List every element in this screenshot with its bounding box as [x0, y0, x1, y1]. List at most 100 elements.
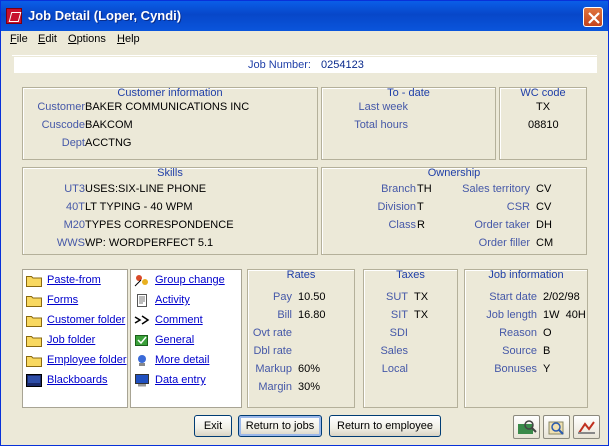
- customer-info-panel: Customer information Customer BAKER COMM…: [22, 87, 318, 160]
- skill-description: USES:SIX-LINE PHONE: [85, 183, 207, 195]
- menu-edit[interactable]: Edit: [38, 33, 57, 45]
- last-week-label: Last week: [358, 101, 408, 113]
- ownership-panel: Ownership Branch TH Division T Class R S…: [321, 167, 587, 255]
- order-taker-label: Order taker: [474, 219, 530, 231]
- document-icon: [137, 294, 147, 307]
- dept-label: Dept: [61, 137, 85, 149]
- rates-panel: Rates Pay 10.50 Bill 16.80 Ovt rate Dbl …: [247, 269, 355, 408]
- return-to-jobs-button[interactable]: Return to jobs: [238, 415, 322, 437]
- customer-folder-link[interactable]: Customer folder: [23, 312, 127, 330]
- order-filler-value: CM: [536, 237, 554, 249]
- folder-icon: [26, 356, 42, 367]
- job-information-heading: Job information: [488, 269, 564, 281]
- class-value: R: [417, 219, 425, 231]
- group-change-link[interactable]: Group change: [131, 272, 241, 290]
- app-icon: [6, 8, 22, 24]
- job-folder-link[interactable]: Job folder: [23, 332, 127, 350]
- reason-label: Reason: [499, 327, 537, 339]
- menu-options[interactable]: Options: [68, 33, 106, 45]
- ownership-heading: Ownership: [427, 167, 481, 179]
- division-label: Division: [377, 201, 416, 213]
- folder-icon: [26, 296, 42, 307]
- to-date-panel: To - date Last week Total hours: [321, 87, 496, 160]
- more-detail-icon: [138, 355, 146, 366]
- blackboard-icon: [26, 374, 42, 387]
- title-bar[interactable]: Job Detail (Loper, Cyndi): [1, 1, 608, 31]
- comment-label: Comment: [155, 314, 203, 326]
- activity-link[interactable]: Activity: [131, 292, 241, 310]
- bill-label: Bill: [277, 309, 292, 321]
- blackboards-label: Blackboards: [47, 374, 108, 386]
- cuscode-value: BAKCOM: [85, 119, 133, 131]
- folder-icon: [26, 336, 42, 347]
- customer-folder-label: Customer folder: [47, 314, 126, 326]
- window-title: Job Detail (Loper, Cyndi): [28, 8, 182, 23]
- branch-label: Branch: [381, 183, 416, 195]
- exit-button[interactable]: Exit: [194, 415, 232, 437]
- skill-description: LT TYPING - 40 WPM: [85, 201, 193, 213]
- sdi-label: SDI: [389, 327, 408, 339]
- more-detail-label: More detail: [155, 354, 210, 366]
- skill-description: TYPES CORRESPONDENCE: [85, 219, 234, 231]
- sit-value: TX: [414, 309, 429, 321]
- pay-value: 10.50: [298, 291, 326, 303]
- sales-territory-label: Sales territory: [462, 183, 530, 195]
- ovt-rate-label: Ovt rate: [252, 327, 292, 339]
- skill-description: WP: WORDPERFECT 5.1: [85, 237, 214, 249]
- order-taker-value: DH: [536, 219, 552, 231]
- markup-label: Markup: [255, 363, 292, 375]
- menu-file[interactable]: File: [10, 33, 28, 45]
- menu-help[interactable]: Help: [117, 33, 140, 45]
- more-detail-link[interactable]: More detail: [131, 352, 241, 370]
- forms-link[interactable]: Forms: [23, 292, 127, 310]
- bonuses-label: Bonuses: [494, 363, 537, 375]
- job-detail-content: Job Number: 0254123 Customer information…: [12, 55, 597, 411]
- sut-label: SUT: [386, 291, 408, 303]
- blackboards-link[interactable]: Blackboards: [23, 372, 127, 390]
- employee-folder-link[interactable]: Employee folder: [23, 352, 127, 370]
- skill-code: WWS: [56, 237, 85, 249]
- comment-icon: [134, 315, 150, 325]
- skill-code: 40T: [66, 201, 85, 213]
- toolbar-button-1[interactable]: [513, 415, 540, 439]
- order-filler-label: Order filler: [478, 237, 530, 249]
- rates-heading: Rates: [286, 269, 316, 281]
- total-hours-label: Total hours: [354, 119, 408, 131]
- reason-value: O: [543, 327, 552, 339]
- source-label: Source: [502, 345, 537, 357]
- folder-icon: [26, 316, 42, 327]
- customer-info-heading: Customer information: [117, 87, 223, 99]
- search-tool-icon: [518, 420, 537, 434]
- customer-label: Customer: [37, 101, 85, 113]
- dbl-rate-label: Dbl rate: [253, 345, 292, 357]
- job-number-value: 0254123: [321, 59, 364, 71]
- paste-from-link[interactable]: Paste-from: [23, 272, 127, 290]
- close-button[interactable]: [583, 7, 603, 27]
- wc-state-value: TX: [536, 101, 551, 113]
- to-date-heading: To - date: [387, 87, 430, 99]
- start-date-value: 2/02/98: [543, 291, 580, 303]
- skill-code: M20: [63, 219, 85, 231]
- job-length-label: Job length: [486, 309, 537, 321]
- class-label: Class: [388, 219, 416, 231]
- general-icon: [135, 335, 148, 346]
- cuscode-label: Cuscode: [41, 119, 85, 131]
- job-length-value: 1W 40H: [543, 309, 586, 321]
- comment-link[interactable]: Comment: [131, 312, 241, 330]
- dept-value: ACCTNG: [85, 137, 132, 149]
- employee-folder-label: Employee folder: [47, 354, 127, 366]
- sit-label: SIT: [390, 309, 408, 321]
- return-to-employee-button[interactable]: Return to employee: [329, 415, 441, 437]
- forms-label: Forms: [47, 294, 79, 306]
- csr-label: CSR: [506, 201, 530, 213]
- sales-tax-label: Sales: [380, 345, 408, 357]
- data-entry-link[interactable]: Data entry: [131, 372, 241, 390]
- links-list-right: Group change Activity Comment General Mo…: [130, 269, 242, 408]
- source-value: B: [543, 345, 551, 357]
- toolbar-button-2[interactable]: [543, 415, 570, 439]
- sales-territory-value: CV: [536, 183, 552, 195]
- skill-code: UT3: [64, 183, 85, 195]
- toolbar-button-3[interactable]: [573, 415, 600, 439]
- bonuses-value: Y: [543, 363, 551, 375]
- general-link[interactable]: General: [131, 332, 241, 350]
